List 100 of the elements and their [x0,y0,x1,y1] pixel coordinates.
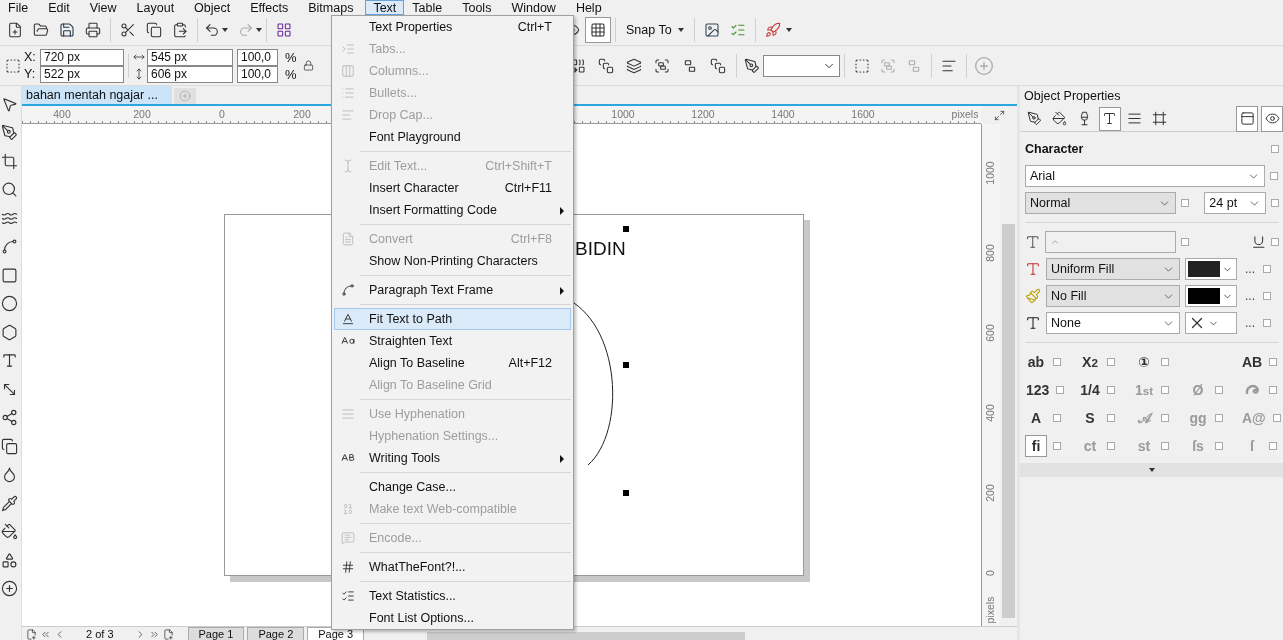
scale-x-field[interactable]: 100,0 [237,48,278,66]
pen-icon[interactable] [1,124,18,142]
menu-bar-item[interactable]: Effects [242,0,297,15]
menu-item[interactable]: Text Properties Ctrl+T [334,16,571,38]
page-tab[interactable]: Page 2 [247,627,305,640]
menu-item[interactable]: Writing Tools [334,447,571,469]
menu-bar-item[interactable]: Object [186,0,239,15]
rocket-icon[interactable] [764,22,781,38]
checkbox[interactable] [1271,238,1279,246]
menu-bar-item[interactable]: File [0,0,37,15]
grid-icon[interactable] [276,22,292,38]
hexagon-icon[interactable] [1,323,18,341]
curve-icon[interactable] [1,238,18,256]
menu-bar-item[interactable]: Layout [128,0,183,15]
origin-grid-icon[interactable] [5,57,21,74]
group-icon[interactable] [654,57,670,74]
feature-button[interactable]: 1/4 [1079,379,1101,401]
more-options[interactable]: ... [1242,289,1258,303]
printer-icon[interactable] [85,22,101,38]
add-page-icon[interactable] [162,629,174,640]
width-field[interactable]: 545 px [147,48,233,66]
caret-icon[interactable] [785,28,792,32]
more-options[interactable]: ... [1242,262,1258,276]
plus-icon[interactable] [1,580,18,598]
eyedropper-icon[interactable] [1,494,18,512]
stacked-squares-icon[interactable] [1,437,18,455]
checkbox[interactable] [1107,386,1115,394]
menu-item[interactable]: Show Non-Printing Characters [334,250,571,272]
last-page-icon[interactable] [148,629,160,640]
menu-item[interactable]: Insert Formatting Code [334,199,571,221]
underline-icon[interactable] [1250,234,1266,250]
selection-handle[interactable] [623,226,629,232]
menu-item[interactable]: Change Case... [334,476,571,498]
checkbox[interactable] [1263,319,1271,327]
checkbox[interactable] [1107,414,1115,422]
menu-item[interactable]: Paragraph Text Frame [334,279,571,301]
menu-item[interactable]: Align To Baseline Alt+F12 [334,352,571,374]
color-picker[interactable] [1185,312,1237,334]
page-tab[interactable]: Page 1 [187,627,245,640]
fill-dropdown[interactable]: Uniform Fill [1046,258,1180,280]
font-size-dropdown[interactable]: 24 pt [1204,192,1266,214]
menu-item[interactable]: Insert Character Ctrl+F11 [334,177,571,199]
font-dropdown[interactable]: Arial [1025,165,1265,187]
x-field[interactable]: 720 px [40,48,124,66]
paint-bucket-icon[interactable] [1,523,18,541]
checkbox[interactable] [1263,292,1271,300]
menu-bar-item[interactable]: Help [567,0,610,15]
caret-icon[interactable] [222,28,228,32]
menu-bar-item[interactable]: Bitmaps [300,0,362,15]
pointer-icon[interactable] [1,95,18,113]
corner-icon[interactable] [993,109,1005,121]
connector-icon[interactable] [1,409,18,427]
scrollbar-thumb[interactable] [1002,224,1015,618]
checkbox[interactable] [1270,172,1278,180]
zoom-icon[interactable] [1,181,18,199]
eye-icon[interactable] [1264,111,1280,126]
checkbox[interactable] [1161,358,1169,366]
ungroup-icon[interactable] [682,57,698,74]
feature-button[interactable]: fi [1025,435,1047,457]
color-picker[interactable] [1185,285,1237,307]
panel-tab[interactable] [1098,106,1121,131]
panel-icon[interactable] [1239,111,1255,126]
menu-item[interactable]: Straighten Text [334,330,571,352]
add-page-icon[interactable] [26,629,37,640]
checkbox[interactable] [1107,358,1115,366]
horizontal-scrollbar[interactable] [427,632,746,640]
picture-frame-icon[interactable] [703,22,720,38]
document-tab[interactable]: bahan mentah ngajar ... [22,86,172,104]
menu-bar-item[interactable]: Window [503,0,564,15]
more-options[interactable]: ... [1242,316,1258,330]
select-box-icon[interactable] [854,57,870,74]
checkbox[interactable] [1269,358,1278,366]
menu-item[interactable]: Text Statistics... [334,585,571,607]
color-picker[interactable] [1185,258,1237,280]
expand-caret-icon[interactable] [1148,468,1155,472]
grid-icon[interactable] [590,22,606,38]
undo-icon[interactable] [204,22,220,38]
feature-button[interactable]: ab [1025,351,1047,373]
copy-icon[interactable] [146,22,162,38]
checkbox[interactable] [1053,442,1061,450]
caps-button[interactable]: AB [1241,351,1264,373]
paste-icon[interactable] [172,22,188,38]
droplet-icon[interactable] [1,466,18,484]
checkbox[interactable] [1263,265,1271,273]
checkbox[interactable] [1053,358,1061,366]
checkbox[interactable] [1271,199,1279,207]
menu-bar-item[interactable]: Tools [454,0,500,15]
fill-dropdown[interactable]: No Fill [1046,285,1180,307]
caret-icon[interactable] [256,28,262,32]
feature-button[interactable]: ① [1133,351,1155,373]
stacked-squares-icon[interactable] [710,57,726,74]
cut-icon[interactable] [120,22,136,38]
menu-bar-item[interactable]: View [81,0,125,15]
selection-handle[interactable] [623,362,629,368]
crop-icon[interactable] [1,152,18,170]
stacked-squares-icon[interactable] [598,57,614,74]
lock-icon[interactable] [302,60,314,71]
feature-button[interactable]: S [1079,407,1101,429]
rectangle-icon[interactable] [1,266,18,284]
checkbox[interactable] [1056,386,1065,394]
